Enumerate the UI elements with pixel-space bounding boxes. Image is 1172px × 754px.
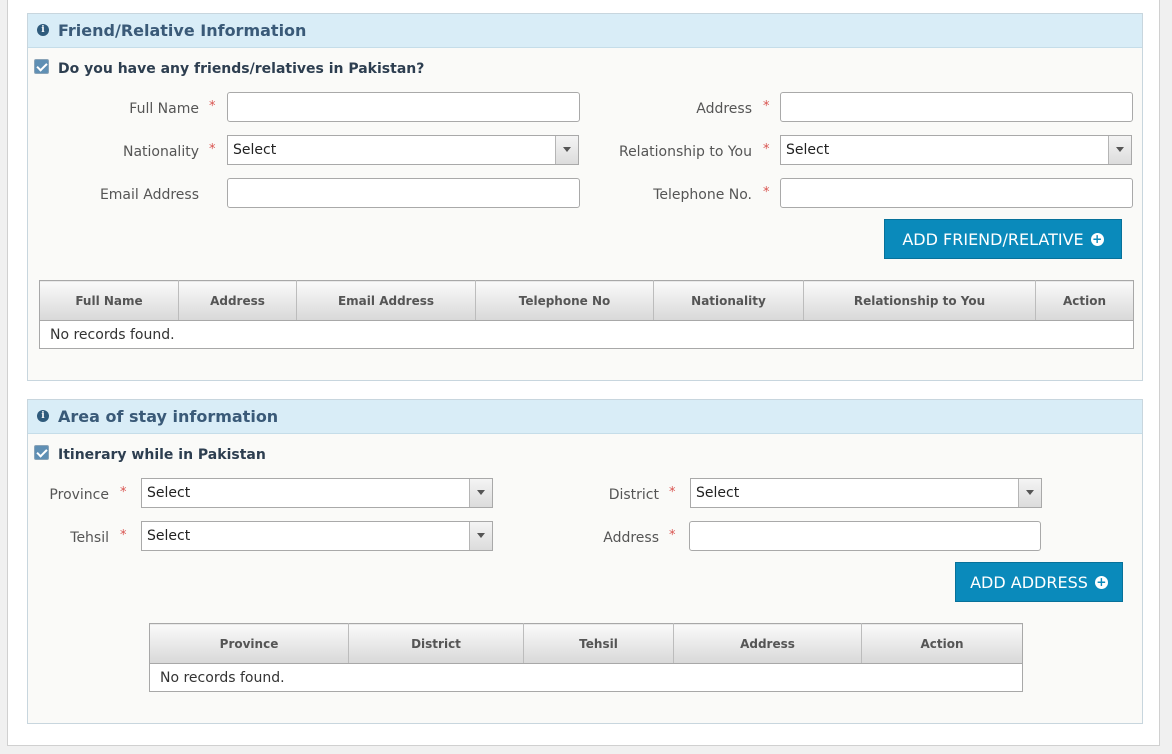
- tehsil-select-value: Select: [147, 528, 191, 544]
- panel-header: i Area of stay information: [28, 400, 1142, 434]
- column-header[interactable]: Action: [1035, 280, 1134, 321]
- itinerary-checkbox[interactable]: [34, 445, 49, 460]
- panel-title: Friend/Relative Information: [58, 21, 307, 40]
- province-select[interactable]: Select: [141, 478, 493, 508]
- column-header[interactable]: Province: [149, 623, 349, 664]
- add-address-label: ADD ADDRESS: [970, 572, 1088, 592]
- column-header[interactable]: Relationship to You: [803, 280, 1036, 321]
- nationality-select[interactable]: Select: [227, 135, 579, 165]
- required-marker: *: [209, 99, 216, 114]
- friends-checkbox[interactable]: [34, 59, 49, 74]
- column-header[interactable]: Telephone No: [475, 280, 654, 321]
- friends-checkbox-label: Do you have any friends/relatives in Pak…: [58, 61, 425, 77]
- relationship-select-value: Select: [786, 142, 830, 158]
- chevron-down-icon[interactable]: [1108, 136, 1131, 164]
- table-header-row: Full Name Address Email Address Telephon…: [39, 280, 1134, 321]
- required-marker: *: [120, 528, 127, 543]
- required-marker: *: [763, 99, 770, 114]
- required-marker: *: [209, 142, 216, 157]
- relationship-label: Relationship to You: [618, 144, 752, 160]
- nationality-label: Nationality: [122, 144, 199, 160]
- province-label: Province: [49, 487, 109, 503]
- column-header[interactable]: District: [348, 623, 524, 664]
- itinerary-checkbox-label: Itinerary while in Pakistan: [58, 447, 266, 463]
- tehsil-select[interactable]: Select: [141, 521, 493, 551]
- friends-table: Full Name Address Email Address Telephon…: [39, 280, 1134, 349]
- full-name-input[interactable]: [227, 92, 580, 122]
- email-input[interactable]: [227, 178, 580, 208]
- column-header[interactable]: Address: [673, 623, 862, 664]
- friend-relative-panel: i Friend/Relative Information Do you hav…: [27, 13, 1143, 381]
- area-of-stay-panel: i Area of stay information Itinerary whi…: [27, 399, 1143, 724]
- stay-table: Province District Tehsil Address Action …: [149, 623, 1023, 692]
- add-friend-relative-label: ADD FRIEND/RELATIVE: [902, 229, 1084, 249]
- chevron-down-icon[interactable]: [1018, 479, 1041, 507]
- district-label: District: [608, 487, 659, 503]
- tehsil-label: Tehsil: [70, 530, 109, 546]
- panel-title: Area of stay information: [58, 407, 279, 426]
- panel-header: i Friend/Relative Information: [28, 14, 1142, 48]
- required-marker: *: [120, 485, 127, 500]
- plus-circle-icon: +: [1094, 574, 1108, 589]
- stay-address-label: Address: [603, 530, 659, 546]
- column-header[interactable]: Tehsil: [523, 623, 674, 664]
- add-address-button[interactable]: ADD ADDRESS +: [955, 562, 1123, 602]
- column-header[interactable]: Email Address: [296, 280, 476, 321]
- email-label: Email Address: [99, 187, 199, 203]
- nationality-select-value: Select: [233, 142, 277, 158]
- empty-message: No records found.: [160, 669, 285, 686]
- table-row: No records found.: [150, 664, 1023, 692]
- column-header[interactable]: Address: [178, 280, 297, 321]
- required-marker: *: [763, 185, 770, 200]
- column-header[interactable]: Nationality: [653, 280, 804, 321]
- stay-address-input[interactable]: [689, 521, 1041, 551]
- table-row: No records found.: [40, 321, 1134, 349]
- district-select-value: Select: [696, 485, 740, 501]
- chevron-down-icon[interactable]: [469, 522, 492, 550]
- required-marker: *: [763, 142, 770, 157]
- info-icon: i: [37, 24, 49, 36]
- plus-circle-icon: +: [1090, 231, 1104, 246]
- column-header[interactable]: Full Name: [39, 280, 179, 321]
- province-select-value: Select: [147, 485, 191, 501]
- table-header-row: Province District Tehsil Address Action: [149, 623, 1023, 664]
- column-header[interactable]: Action: [861, 623, 1023, 664]
- add-friend-relative-button[interactable]: ADD FRIEND/RELATIVE +: [884, 219, 1122, 259]
- empty-message: No records found.: [50, 326, 175, 343]
- full-name-label: Full Name: [129, 101, 199, 117]
- telephone-input[interactable]: [780, 178, 1133, 208]
- address-label: Address: [696, 101, 752, 117]
- required-marker: *: [669, 528, 676, 543]
- required-marker: *: [669, 485, 676, 500]
- district-select[interactable]: Select: [690, 478, 1042, 508]
- chevron-down-icon[interactable]: [469, 479, 492, 507]
- telephone-label: Telephone No.: [653, 187, 752, 203]
- info-icon: i: [37, 410, 49, 422]
- relationship-select[interactable]: Select: [780, 135, 1132, 165]
- address-input[interactable]: [780, 92, 1133, 122]
- chevron-down-icon[interactable]: [555, 136, 578, 164]
